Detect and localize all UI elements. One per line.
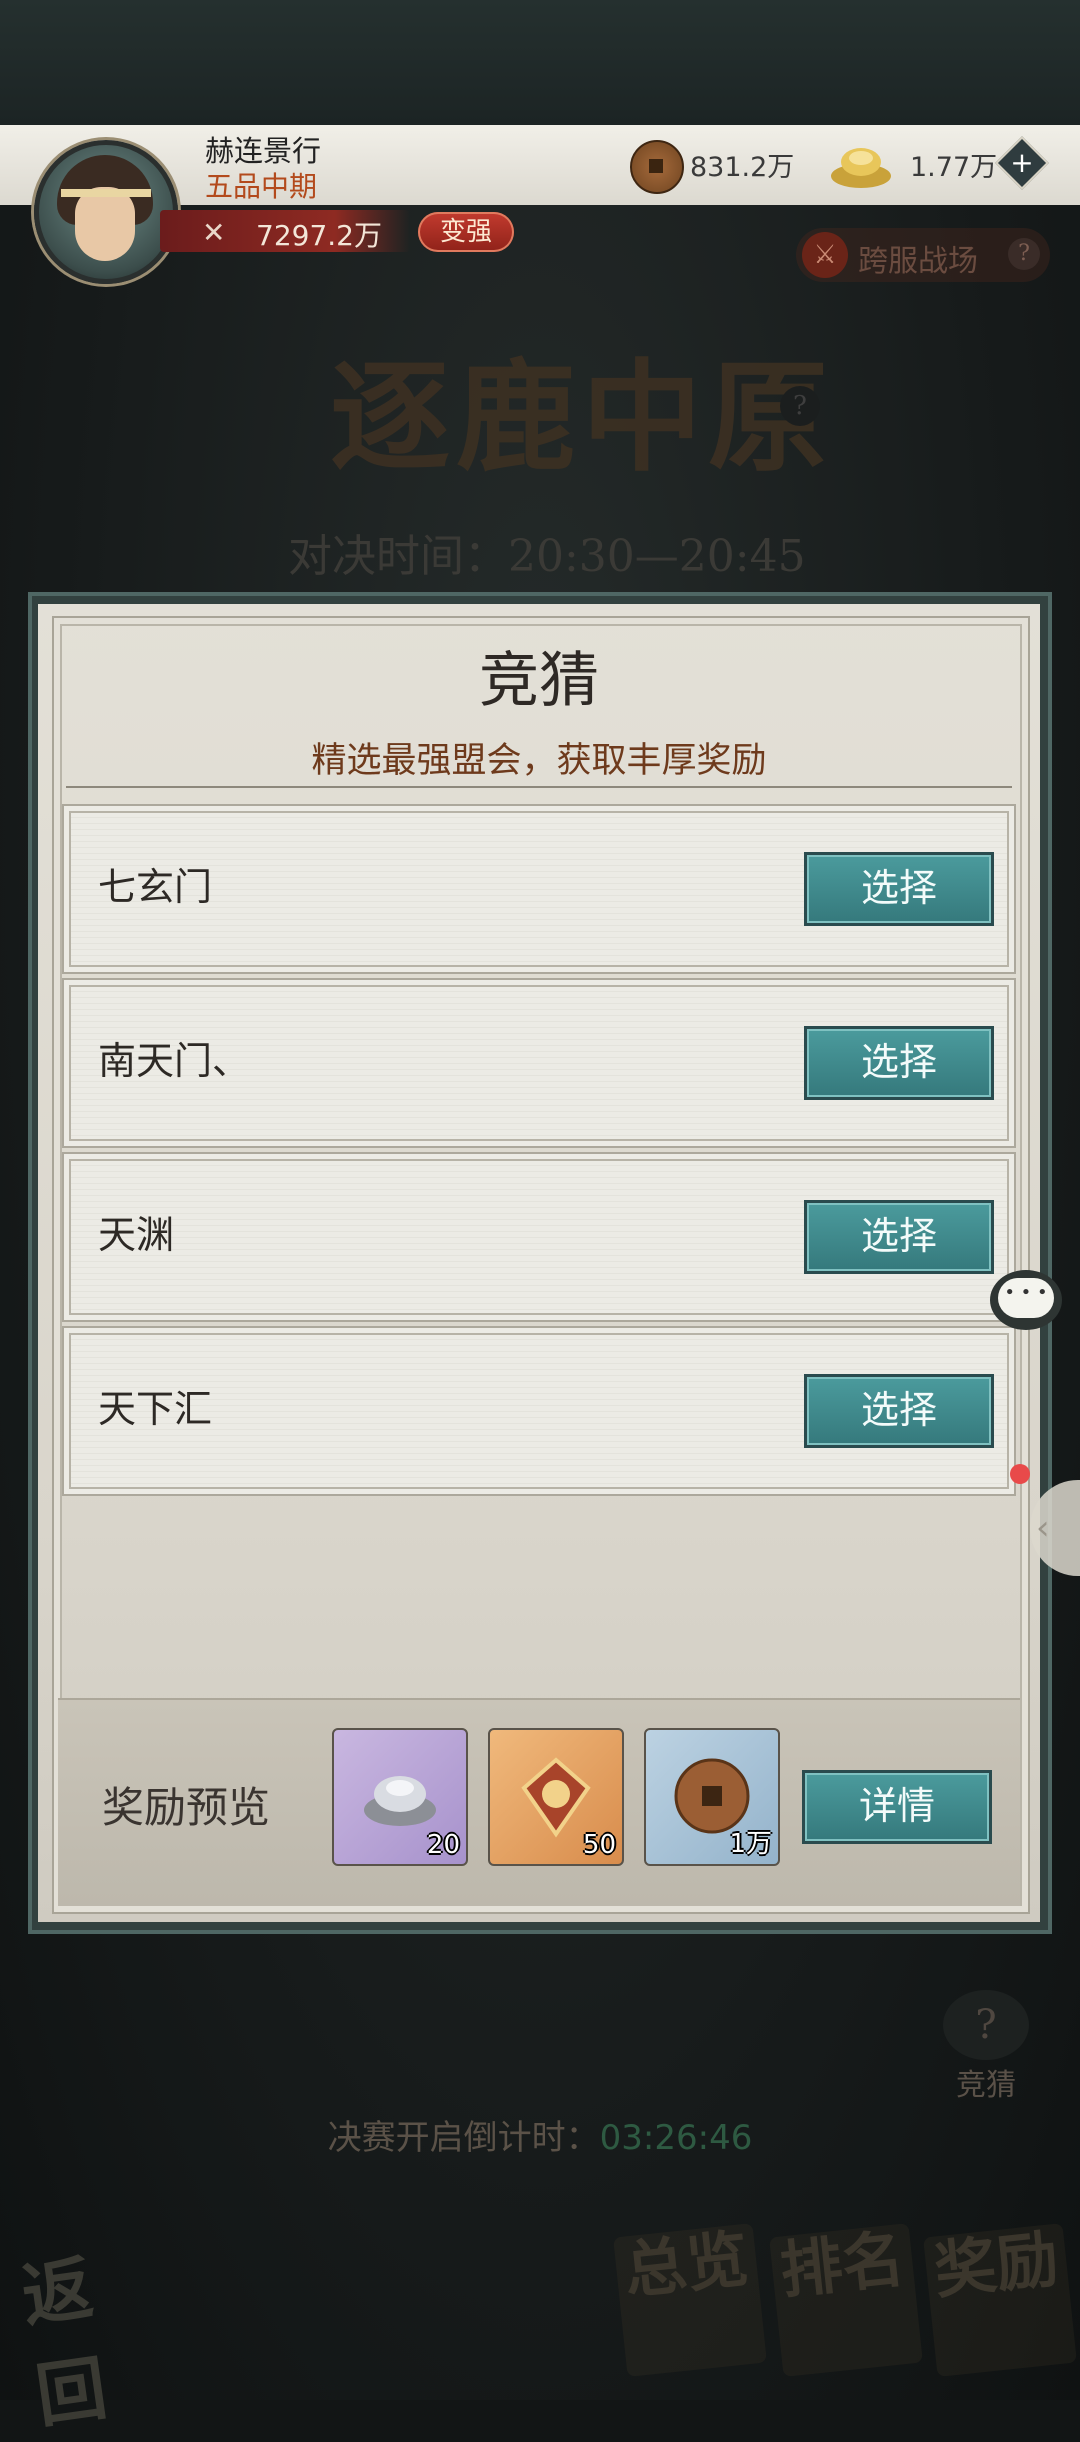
reward-item-copper-coin[interactable]: 1万 [644, 1728, 780, 1866]
reward-preview-label: 奖励预览 [102, 1783, 271, 1832]
guess-shortcut-button[interactable]: ? 竞猜 [938, 1990, 1034, 2103]
select-button[interactable]: 选择 [804, 1374, 994, 1448]
top-backdrop [0, 0, 1080, 125]
reward-item-token[interactable]: 50 [488, 1728, 624, 1866]
guild-name: 天下汇 [98, 1387, 213, 1431]
guild-option-row: 七玄门 选择 [62, 804, 1016, 974]
guild-option-row: 天下汇 选择 [62, 1326, 1016, 1496]
player-name: 赫连景行 [205, 134, 322, 168]
cross-server-label: 跨服战场 [858, 244, 978, 279]
copper-coin-icon [630, 140, 684, 194]
notification-dot [1010, 1464, 1030, 1484]
nav-overview[interactable]: 总览 [613, 2222, 767, 2377]
nav-rewards[interactable]: 奖励 [923, 2222, 1077, 2377]
reward-count: 20 [426, 1830, 460, 1860]
guild-option-row: 南天门、 选择 [62, 978, 1016, 1148]
event-title: 逐鹿中原 [330, 347, 834, 488]
ingot-balance: 1.77万 [910, 152, 998, 183]
crossed-swords-icon: ✕ [202, 216, 226, 249]
reward-preview: 奖励预览 20 50 1万 详情 [58, 1698, 1020, 1906]
bottom-nav: 返回 总览 排名 奖励 [0, 2220, 1080, 2438]
divider [66, 786, 1012, 788]
player-avatar[interactable] [34, 140, 178, 284]
chevron-left-icon: ‹ [1036, 1508, 1050, 1548]
reward-count: 50 [582, 1830, 616, 1860]
duel-time: 对决时间：20:30—20:45 [288, 531, 806, 582]
guess-shortcut-label: 竞猜 [956, 2068, 1016, 2103]
chat-icon[interactable] [990, 1270, 1062, 1330]
gold-ingot-icon [831, 148, 891, 188]
reward-count: 1万 [729, 1829, 772, 1859]
guild-name: 南天门、 [98, 1039, 251, 1083]
guild-name: 七玄门 [98, 865, 213, 909]
event-help-icon[interactable]: ? [780, 386, 820, 426]
cross-server-battle-button[interactable]: ⚔ 跨服战场 ? [796, 228, 1050, 282]
select-button[interactable]: 选择 [804, 852, 994, 926]
combat-power-value: 7297.2万 [256, 219, 382, 252]
panel-subtitle: 精选最强盟会，获取丰厚奖励 [311, 741, 767, 781]
countdown-label: 决赛开启倒计时： [327, 2118, 600, 2158]
guess-panel: 竞猜 精选最强盟会，获取丰厚奖励 七玄门 选择 南天门、 选择 天渊 选择 天下… [28, 592, 1052, 1934]
coin-balance: 831.2万 [690, 152, 795, 183]
silver-ingot-icon [364, 1776, 436, 1826]
plus-icon: + [1010, 146, 1034, 179]
player-rank: 五品中期 [205, 170, 318, 203]
guild-name: 天渊 [98, 1213, 175, 1257]
reward-item-silver-ingot[interactable]: 20 [332, 1728, 468, 1866]
select-button[interactable]: 选择 [804, 1026, 994, 1100]
nav-ranking[interactable]: 排名 [769, 2222, 923, 2377]
guild-option-row: 天渊 选择 [62, 1152, 1016, 1322]
select-button[interactable]: 选择 [804, 1200, 994, 1274]
countdown-value: 03:26:46 [599, 2118, 753, 2158]
crossed-swords-icon: ⚔ [802, 232, 848, 278]
strengthen-button[interactable]: 变强 [418, 212, 514, 252]
reward-detail-button[interactable]: 详情 [802, 1770, 992, 1844]
panel-title: 竞猜 [479, 646, 599, 716]
help-icon[interactable]: ? [1008, 238, 1040, 270]
combat-power: ✕ 7297.2万 [160, 210, 410, 252]
final-countdown: 决赛开启倒计时：03:26:46 [0, 2110, 1080, 2159]
back-button[interactable]: 返回 [15, 2224, 163, 2438]
token-icon [521, 1757, 591, 1838]
guess-icon: ? [943, 1990, 1029, 2060]
